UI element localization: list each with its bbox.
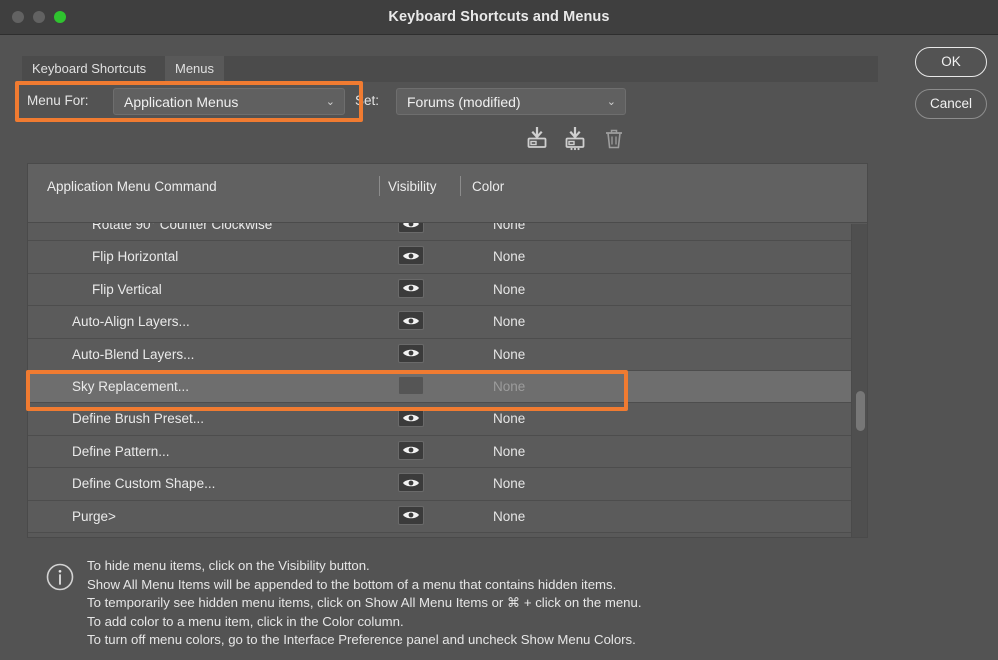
- menu-command-label: Flip Vertical: [92, 282, 162, 297]
- header-divider: [379, 176, 380, 196]
- table-header: Application Menu Command Visibility Colo…: [28, 164, 868, 223]
- menu-command-label: Define Brush Preset...: [72, 411, 204, 426]
- menu-command-label: Sky Replacement...: [72, 379, 189, 394]
- menu-color-value[interactable]: None: [493, 411, 525, 426]
- column-header-visibility: Visibility: [388, 179, 437, 194]
- menu-command-label: Define Pattern...: [72, 444, 170, 459]
- menu-color-value[interactable]: None: [493, 282, 525, 297]
- eye-icon[interactable]: [398, 279, 424, 298]
- table-row[interactable]: Purge> None: [28, 501, 851, 533]
- cancel-button[interactable]: Cancel: [915, 89, 987, 119]
- table-row[interactable]: Flip Horizontal None: [28, 241, 851, 273]
- eye-icon[interactable]: [398, 344, 424, 363]
- menu-color-value[interactable]: None: [493, 249, 525, 264]
- chevron-down-icon: ⌄: [326, 89, 335, 115]
- menu-color-value[interactable]: None: [493, 314, 525, 329]
- menu-color-value[interactable]: None: [493, 476, 525, 491]
- menu-color-value[interactable]: None: [493, 444, 525, 459]
- window-title: Keyboard Shortcuts and Menus: [0, 0, 998, 34]
- menu-command-table: Application Menu Command Visibility Colo…: [27, 163, 868, 538]
- table-scrollbar[interactable]: [851, 224, 868, 538]
- menu-color-value[interactable]: None: [493, 223, 525, 232]
- header-divider: [460, 176, 461, 196]
- set-value: Forums (modified): [407, 94, 521, 110]
- table-row[interactable]: Sky Replacement... None: [28, 371, 851, 403]
- menu-command-label: Auto-Blend Layers...: [72, 347, 194, 362]
- info-text: To hide menu items, click on the Visibil…: [87, 557, 857, 650]
- delete-set-icon[interactable]: [601, 127, 627, 151]
- table-row[interactable]: Define Brush Preset... None: [28, 403, 851, 435]
- eye-icon[interactable]: [398, 246, 424, 265]
- column-header-color: Color: [472, 179, 504, 194]
- info-line: To hide menu items, click on the Visibil…: [87, 557, 857, 576]
- tab-strip: Keyboard Shortcuts Menus: [22, 56, 878, 82]
- eye-icon[interactable]: [398, 441, 424, 460]
- menu-for-label: Menu For:: [27, 93, 89, 108]
- eye-hidden-icon[interactable]: [398, 376, 424, 395]
- menu-command-label: Auto-Align Layers...: [72, 314, 190, 329]
- table-body: Rotate 90° Counter ClockwiseNoneFlip Hor…: [28, 223, 851, 538]
- save-set-as-icon[interactable]: [562, 127, 588, 151]
- table-row[interactable]: Flip Vertical None: [28, 274, 851, 306]
- table-row[interactable]: Define Pattern... None: [28, 436, 851, 468]
- table-row[interactable]: Rotate 90° Counter Clockwise None: [28, 223, 851, 241]
- info-panel: To hide menu items, click on the Visibil…: [27, 548, 868, 656]
- table-row[interactable]: Auto-Align Layers... None: [28, 306, 851, 338]
- table-row[interactable]: Define Custom Shape... None: [28, 468, 851, 500]
- eye-icon[interactable]: [398, 311, 424, 330]
- set-label: Set:: [355, 93, 379, 108]
- eye-icon[interactable]: [398, 506, 424, 525]
- menu-for-value: Application Menus: [124, 94, 238, 110]
- menu-for-select[interactable]: Application Menus ⌄: [113, 88, 345, 115]
- menu-command-label: Flip Horizontal: [92, 249, 178, 264]
- keyboard-shortcuts-and-menus-dialog: Keyboard Shortcuts and Menus Keyboard Sh…: [0, 0, 998, 660]
- table-row[interactable]: Auto-Blend Layers... None: [28, 339, 851, 371]
- menu-command-label: Purge>: [72, 509, 116, 524]
- info-line: To add color to a menu item, click in th…: [87, 613, 857, 632]
- info-line: Show All Menu Items will be appended to …: [87, 576, 857, 595]
- save-set-icon[interactable]: [524, 127, 550, 151]
- set-select[interactable]: Forums (modified) ⌄: [396, 88, 626, 115]
- menu-color-value[interactable]: None: [493, 347, 525, 362]
- menu-command-label: Rotate 90° Counter Clockwise: [92, 223, 272, 232]
- eye-icon[interactable]: [398, 408, 424, 427]
- tab-keyboard-shortcuts[interactable]: Keyboard Shortcuts: [22, 56, 156, 82]
- info-line: To temporarily see hidden menu items, cl…: [87, 594, 857, 613]
- chevron-down-icon: ⌄: [607, 89, 616, 115]
- eye-icon[interactable]: [398, 473, 424, 492]
- info-line: To turn off menu colors, go to the Inter…: [87, 631, 857, 650]
- menu-command-label: Define Custom Shape...: [72, 476, 215, 491]
- scrollbar-thumb[interactable]: [856, 391, 865, 431]
- menu-color-value[interactable]: None: [493, 379, 525, 394]
- info-icon: [45, 562, 75, 592]
- tab-menus[interactable]: Menus: [165, 56, 224, 82]
- title-bar: Keyboard Shortcuts and Menus: [0, 0, 998, 35]
- column-header-command: Application Menu Command: [47, 179, 217, 194]
- menu-color-value[interactable]: None: [493, 509, 525, 524]
- ok-button[interactable]: OK: [915, 47, 987, 77]
- eye-icon[interactable]: [398, 223, 424, 233]
